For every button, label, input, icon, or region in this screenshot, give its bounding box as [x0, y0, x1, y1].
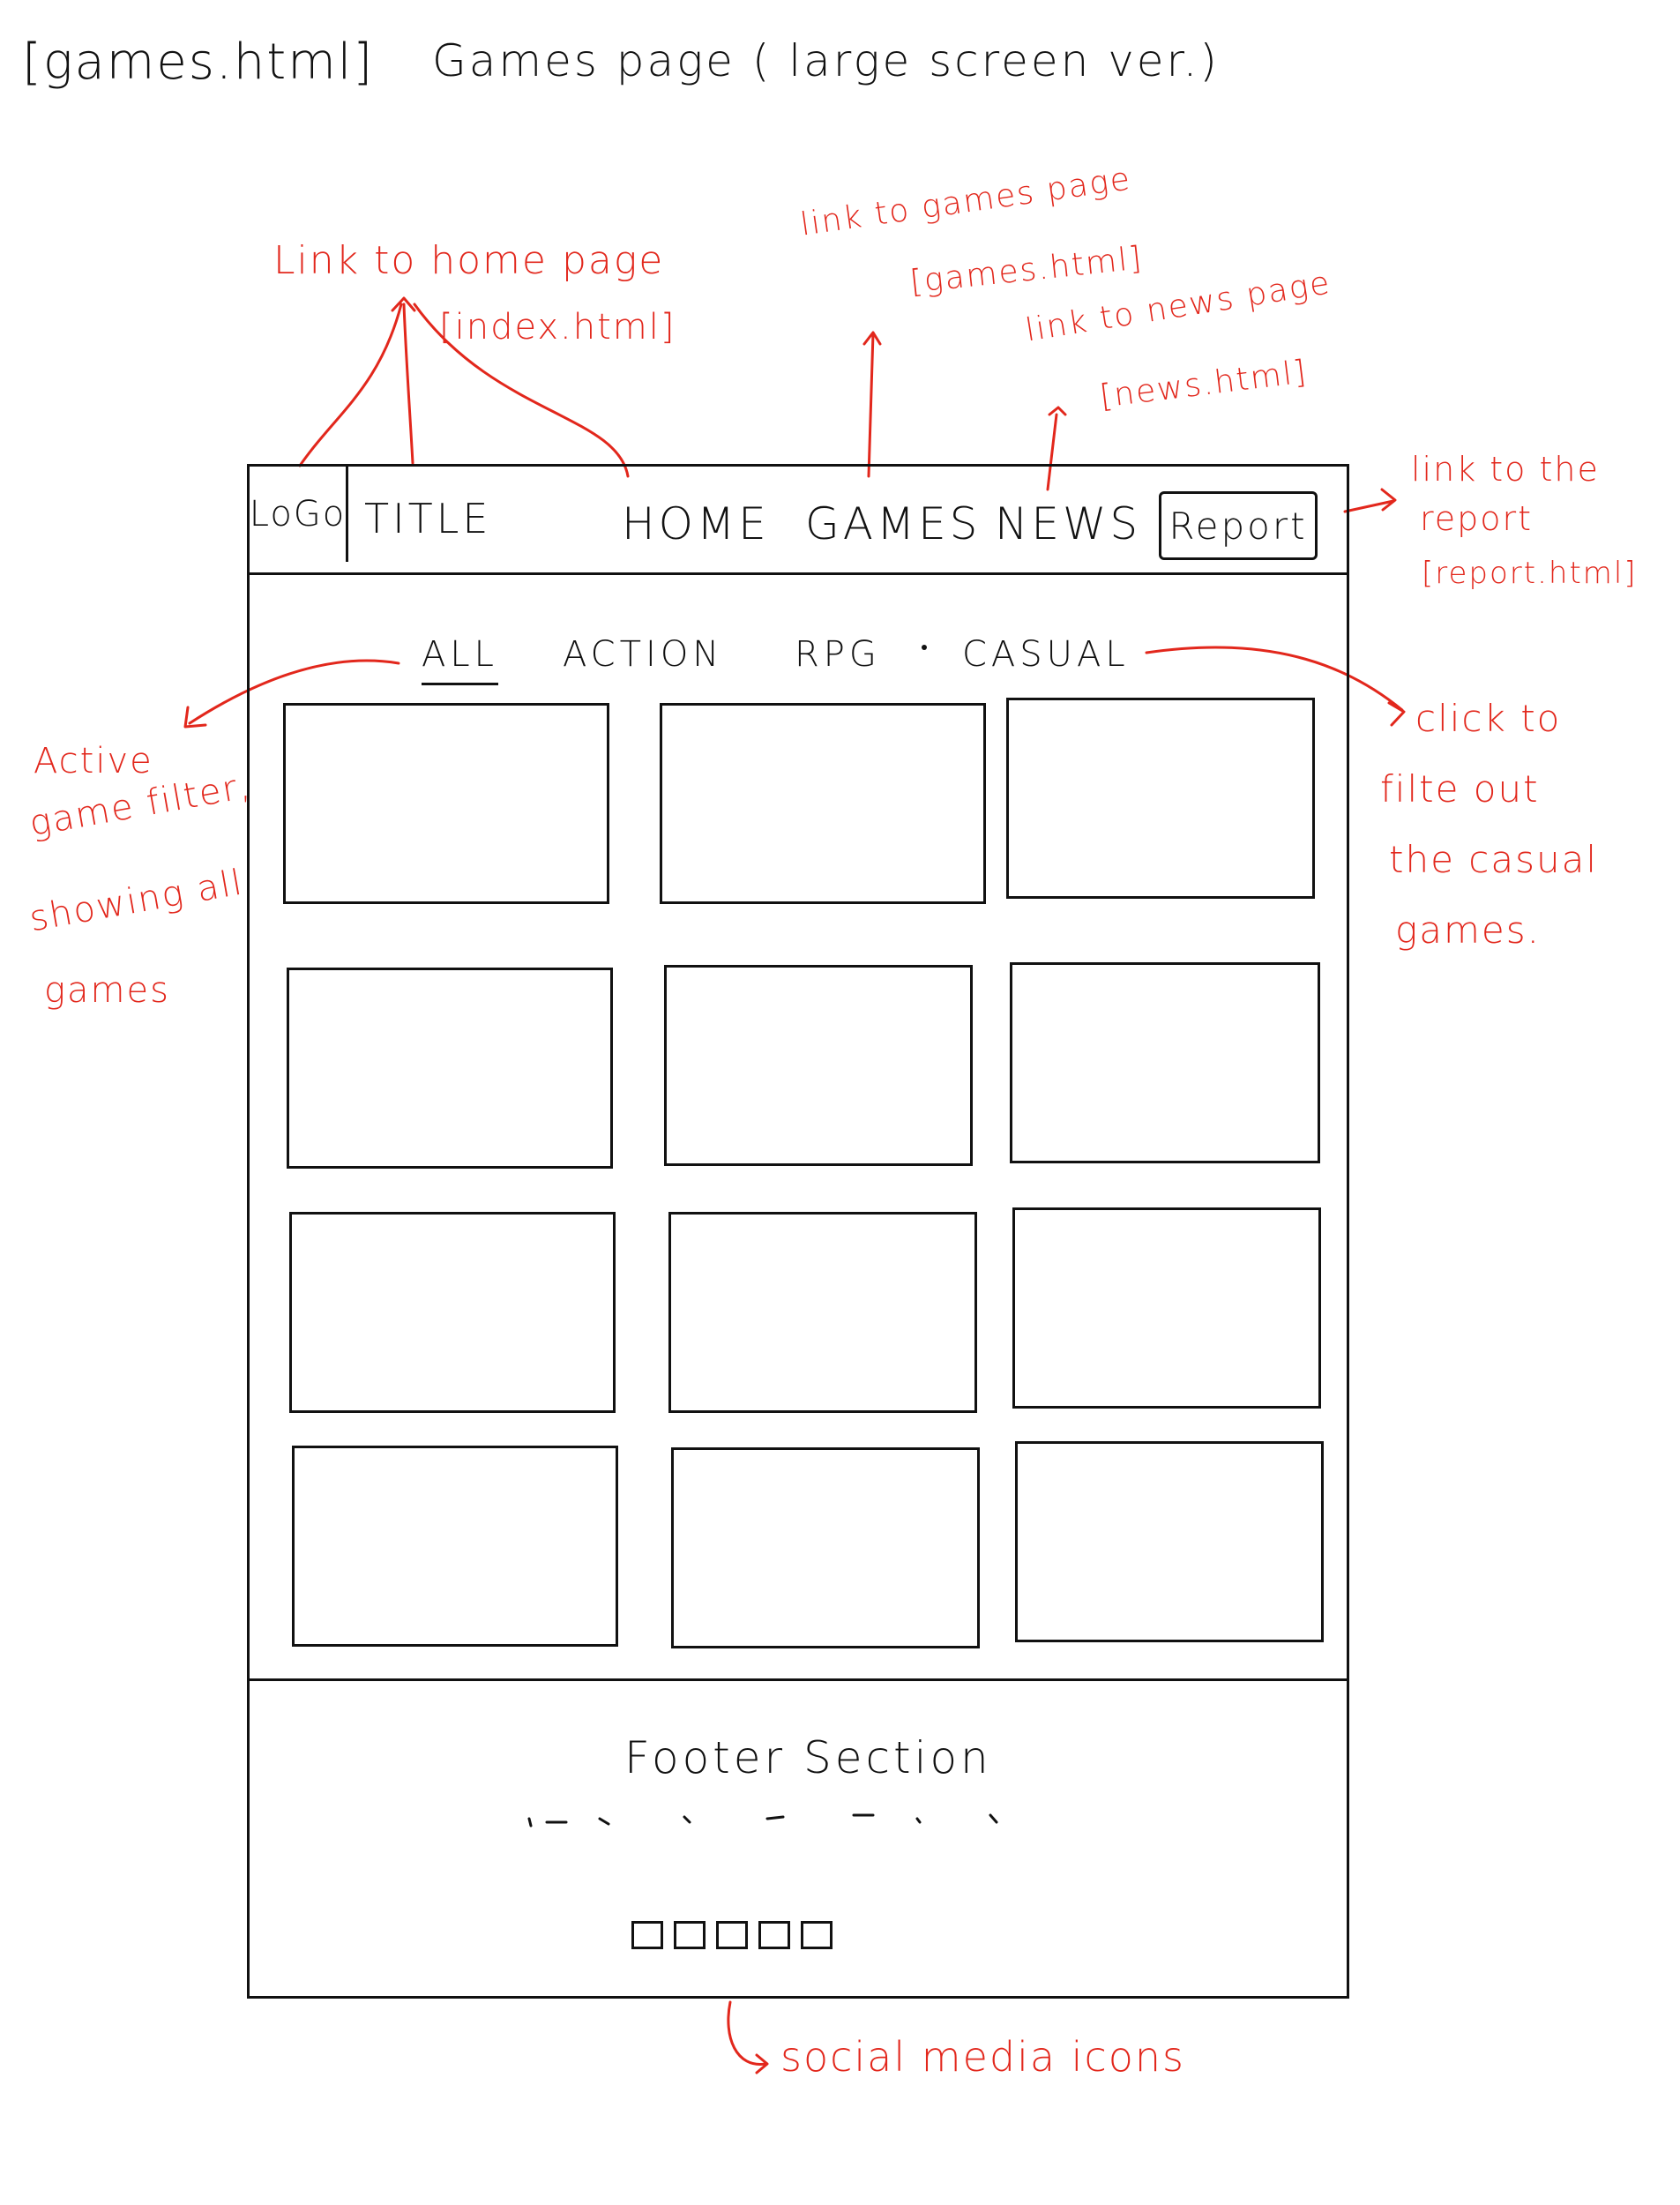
game-card[interactable] — [1012, 1207, 1321, 1409]
filter-rpg-tab[interactable]: RPG — [795, 634, 881, 675]
nav-games-link[interactable]: GAMES — [805, 498, 981, 549]
annotation-filter-casual-line1: click to — [1415, 697, 1562, 740]
annotation-report-line3: [report.html] — [1422, 556, 1638, 591]
social-media-icon[interactable] — [674, 1921, 706, 1949]
social-icons — [631, 1921, 833, 1949]
social-media-icon[interactable] — [631, 1921, 663, 1949]
site-header: LoGo TITLE HOME GAMES NEWS Report — [250, 467, 1347, 575]
annotation-filter-active-line4: games — [44, 970, 170, 1011]
annotation-filter-active-line3: showing all — [26, 862, 247, 940]
footer-title: Footer Section — [624, 1732, 992, 1783]
social-media-icon[interactable] — [716, 1921, 748, 1949]
game-card[interactable] — [1006, 698, 1315, 899]
game-card[interactable] — [1010, 962, 1320, 1163]
site-title: TITLE — [364, 495, 492, 542]
site-footer: Footer Section — [250, 1678, 1347, 1996]
filter-all-tab[interactable]: ALL — [422, 634, 498, 685]
filter-separator-dot — [922, 645, 927, 650]
annotation-home-line1: Link to home page — [273, 238, 665, 283]
logo[interactable]: LoGo — [250, 467, 348, 562]
game-card[interactable] — [660, 703, 986, 904]
annotation-filter-casual-line4: games. — [1395, 908, 1541, 952]
annotation-home-line2: [index.html] — [439, 307, 676, 348]
filter-casual-tab[interactable]: CASUAL — [962, 634, 1130, 675]
game-card[interactable] — [292, 1446, 618, 1647]
social-media-icon[interactable] — [758, 1921, 790, 1949]
annotation-news-line2: [news.html] — [1098, 354, 1310, 415]
game-filter-bar: ALL ACTION RPG CASUAL — [250, 634, 1347, 687]
game-card[interactable] — [1015, 1441, 1324, 1642]
game-card[interactable] — [671, 1447, 980, 1648]
footer-text-placeholder — [527, 1813, 998, 1828]
page-file-label: [games.html] — [22, 34, 375, 91]
annotation-games-line1: link to games page — [798, 161, 1134, 243]
game-card[interactable] — [664, 965, 973, 1166]
wireframe-frame: LoGo TITLE HOME GAMES NEWS Report ALL AC… — [247, 464, 1349, 1999]
report-button[interactable]: Report — [1159, 491, 1318, 560]
annotation-games-line2: [games.html] — [908, 240, 1146, 301]
game-card[interactable] — [283, 703, 609, 904]
filter-action-tab[interactable]: ACTION — [563, 634, 723, 675]
annotation-filter-active-line1: Active — [34, 741, 153, 781]
annotation-report-line1: link to the — [1411, 450, 1600, 489]
game-card[interactable] — [668, 1212, 977, 1413]
nav-news-link[interactable]: NEWS — [995, 498, 1141, 549]
annotation-filter-casual-line2: filte out — [1380, 767, 1540, 811]
page-heading: Games page ( large screen ver.) — [432, 35, 1220, 86]
game-card[interactable] — [287, 968, 613, 1169]
annotation-report-line2: report — [1420, 499, 1534, 538]
annotation-filter-casual-line3: the casual — [1389, 838, 1599, 881]
nav-home-link[interactable]: HOME — [622, 498, 770, 549]
social-media-icon[interactable] — [801, 1921, 833, 1949]
game-card[interactable] — [289, 1212, 616, 1413]
annotation-social: social media icons — [780, 2033, 1186, 2081]
